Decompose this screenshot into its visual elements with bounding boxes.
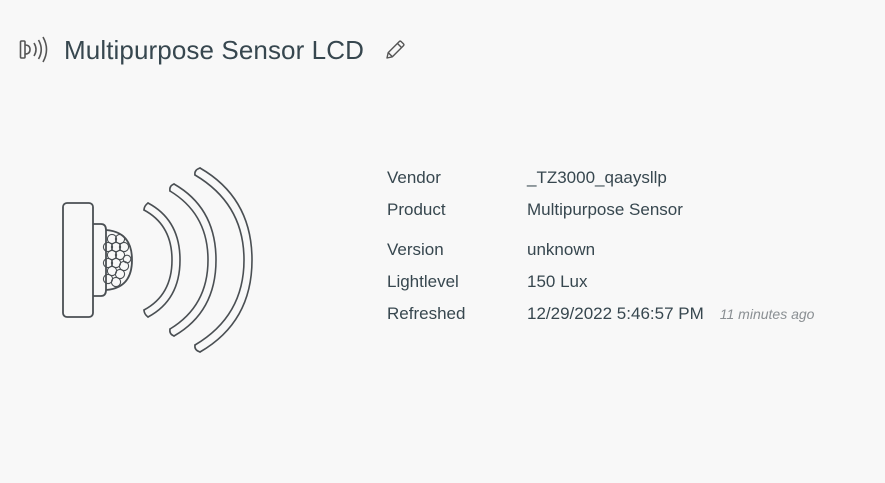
refreshed-label: Refreshed xyxy=(387,304,466,323)
detail-row-version: Version unknown xyxy=(387,234,814,266)
edit-name-button[interactable] xyxy=(382,37,408,63)
detail-row-lightlevel: Lightlevel 150 Lux xyxy=(387,266,814,298)
lightlevel-value: 150 Lux xyxy=(527,272,588,291)
pencil-icon xyxy=(386,40,405,59)
page-title: Multipurpose Sensor LCD xyxy=(64,34,364,65)
device-detail-page: Multipurpose Sensor LCD Vendor _TZ3000_q… xyxy=(0,0,885,483)
version-label: Version xyxy=(387,240,444,259)
device-details: Vendor _TZ3000_qaaysllp Product Multipur… xyxy=(387,162,814,330)
product-value: Multipurpose Sensor xyxy=(527,200,683,219)
refreshed-relative-time: 11 minutes ago xyxy=(719,306,815,322)
detail-row-vendor: Vendor _TZ3000_qaaysllp xyxy=(387,162,814,194)
lightlevel-label: Lightlevel xyxy=(387,272,459,291)
vendor-label: Vendor xyxy=(387,168,441,187)
page-header: Multipurpose Sensor LCD xyxy=(18,30,408,70)
detail-row-product: Product Multipurpose Sensor xyxy=(387,194,814,226)
product-label: Product xyxy=(387,200,446,219)
vendor-value: _TZ3000_qaaysllp xyxy=(527,168,667,187)
presence-sensor-illustration xyxy=(58,160,258,360)
detail-row-refreshed: Refreshed 12/29/2022 5:46:57 PM 11 minut… xyxy=(387,298,814,330)
version-value: unknown xyxy=(527,240,596,259)
presence-sensor-icon xyxy=(18,32,54,68)
refreshed-value: 12/29/2022 5:46:57 PM xyxy=(527,304,704,323)
